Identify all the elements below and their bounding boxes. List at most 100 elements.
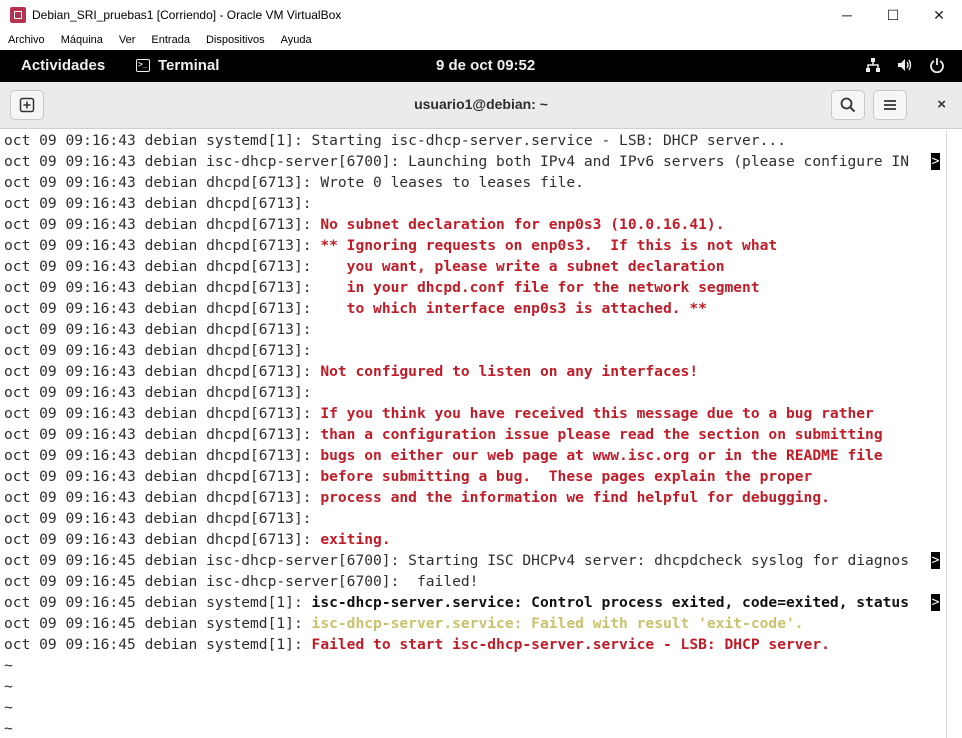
log-prefix: oct 09 09:16:43 debian dhcpd[6713]: xyxy=(4,531,321,548)
log-prefix: oct 09 09:16:43 debian dhcpd[6713]: xyxy=(4,384,321,401)
activities-button[interactable]: Actividades xyxy=(21,57,105,74)
hamburger-icon xyxy=(884,100,896,110)
terminal-title: usuario1@debian: ~ xyxy=(414,96,548,112)
log-prefix: oct 09 09:16:43 debian systemd[1]: xyxy=(4,132,312,149)
log-message: Failed to start isc-dhcp-server.service … xyxy=(311,636,830,653)
power-icon[interactable] xyxy=(928,56,946,74)
log-message: you want, please write a subnet declarat… xyxy=(320,258,725,275)
volume-icon[interactable] xyxy=(896,56,914,74)
log-message: before submitting a bug. These pages exp… xyxy=(320,468,813,485)
log-prefix: oct 09 09:16:43 debian isc-dhcp-server[6… xyxy=(4,153,409,170)
menu-bar: Archivo Máquina Ver Entrada Dispositivos… xyxy=(0,30,962,50)
log-prefix: oct 09 09:16:43 debian dhcpd[6713]: xyxy=(4,300,321,317)
log-prefix: oct 09 09:16:43 debian dhcpd[6713]: xyxy=(4,342,321,359)
empty-line-tilde: ~ xyxy=(4,657,13,674)
log-prefix: oct 09 09:16:43 debian dhcpd[6713]: xyxy=(4,258,321,275)
app-menu-terminal[interactable]: >_ Terminal xyxy=(136,57,219,74)
log-message: in your dhcpd.conf file for the network … xyxy=(320,279,760,296)
network-icon[interactable] xyxy=(864,56,882,74)
virtualbox-icon xyxy=(10,7,26,23)
minimize-button[interactable]: ─ xyxy=(824,0,870,30)
terminal-line: oct 09 09:16:45 debian isc-dhcp-server[6… xyxy=(4,550,909,571)
log-prefix: oct 09 09:16:43 debian dhcpd[6713]: xyxy=(4,321,321,338)
log-prefix: oct 09 09:16:43 debian dhcpd[6713]: xyxy=(4,510,321,527)
log-prefix: oct 09 09:16:43 debian dhcpd[6713]: xyxy=(4,489,321,506)
terminal-line: oct 09 09:16:43 debian dhcpd[6713]: ** I… xyxy=(4,235,777,256)
log-prefix: oct 09 09:16:43 debian dhcpd[6713]: xyxy=(4,363,321,380)
log-message: Wrote 0 leases to leases file. xyxy=(320,174,584,191)
terminal-line: oct 09 09:16:43 debian dhcpd[6713]: than… xyxy=(4,424,883,445)
terminal-line: oct 09 09:16:43 debian isc-dhcp-server[6… xyxy=(4,151,909,172)
terminal-close-button[interactable]: × xyxy=(937,96,946,113)
terminal-line: oct 09 09:16:43 debian systemd[1]: Start… xyxy=(4,130,786,151)
terminal-line: oct 09 09:16:43 debian dhcpd[6713]: proc… xyxy=(4,487,830,508)
log-prefix: oct 09 09:16:43 debian dhcpd[6713]: xyxy=(4,447,321,464)
log-prefix: oct 09 09:16:43 debian dhcpd[6713]: xyxy=(4,195,321,212)
log-message: to which interface enp0s3 is attached. *… xyxy=(320,300,707,317)
truncation-marker: > xyxy=(931,153,940,170)
log-message: Starting isc-dhcp-server.service - LSB: … xyxy=(311,132,786,149)
log-prefix: oct 09 09:16:45 debian isc-dhcp-server[6… xyxy=(4,573,409,590)
system-tray[interactable] xyxy=(864,56,946,74)
maximize-button[interactable]: ☐ xyxy=(870,0,916,30)
terminal-line: oct 09 09:16:43 debian dhcpd[6713]: xyxy=(4,319,320,340)
app-name: Terminal xyxy=(158,57,220,74)
log-message: No subnet declaration for enp0s3 (10.0.1… xyxy=(320,216,725,233)
search-button[interactable] xyxy=(831,90,865,120)
log-message: bugs on either our web page at www.isc.o… xyxy=(320,447,883,464)
terminal-line: oct 09 09:16:43 debian dhcpd[6713]: Not … xyxy=(4,361,698,382)
terminal-line: oct 09 09:16:43 debian dhcpd[6713]: xyxy=(4,508,320,529)
close-button[interactable]: ✕ xyxy=(916,0,962,30)
log-prefix: oct 09 09:16:43 debian dhcpd[6713]: xyxy=(4,279,321,296)
terminal-line: oct 09 09:16:45 debian systemd[1]: Faile… xyxy=(4,634,830,655)
log-prefix: oct 09 09:16:43 debian dhcpd[6713]: xyxy=(4,174,321,191)
terminal-line: oct 09 09:16:43 debian dhcpd[6713]: Wrot… xyxy=(4,172,584,193)
log-prefix: oct 09 09:16:45 debian systemd[1]: xyxy=(4,636,312,653)
log-message: If you think you have received this mess… xyxy=(320,405,874,422)
log-message: failed! xyxy=(408,573,479,590)
terminal-icon: >_ xyxy=(136,59,150,72)
terminal-line: oct 09 09:16:43 debian dhcpd[6713]: xyxy=(4,340,320,361)
menu-ver[interactable]: Ver xyxy=(111,34,144,46)
empty-line-tilde: ~ xyxy=(4,699,13,716)
log-prefix: oct 09 09:16:43 debian dhcpd[6713]: xyxy=(4,405,321,422)
log-prefix: oct 09 09:16:45 debian systemd[1]: xyxy=(4,594,312,611)
terminal-headerbar: usuario1@debian: ~ × xyxy=(0,82,962,129)
terminal-line: oct 09 09:16:43 debian dhcpd[6713]: If y… xyxy=(4,403,874,424)
terminal-line: oct 09 09:16:43 debian dhcpd[6713]: in y… xyxy=(4,277,760,298)
truncation-marker: > xyxy=(931,552,940,569)
terminal-line: oct 09 09:16:43 debian dhcpd[6713]: No s… xyxy=(4,214,724,235)
log-prefix: oct 09 09:16:43 debian dhcpd[6713]: xyxy=(4,216,321,233)
terminal-output[interactable]: oct 09 09:16:43 debian systemd[1]: Start… xyxy=(0,130,962,738)
truncation-marker: > xyxy=(931,594,940,611)
menu-button[interactable] xyxy=(873,90,907,120)
menu-dispositivos[interactable]: Dispositivos xyxy=(198,34,273,46)
menu-entrada[interactable]: Entrada xyxy=(143,34,198,46)
empty-line-tilde: ~ xyxy=(4,678,13,695)
window-controls: ─ ☐ ✕ xyxy=(824,0,962,30)
log-prefix: oct 09 09:16:43 debian dhcpd[6713]: xyxy=(4,468,321,485)
terminal-line: oct 09 09:16:43 debian dhcpd[6713]: you … xyxy=(4,256,724,277)
terminal-line: oct 09 09:16:45 debian systemd[1]: isc-d… xyxy=(4,592,909,613)
search-icon xyxy=(840,97,856,113)
menu-ayuda[interactable]: Ayuda xyxy=(273,34,320,46)
log-prefix: oct 09 09:16:45 debian systemd[1]: xyxy=(4,615,312,632)
terminal-line: oct 09 09:16:45 debian isc-dhcp-server[6… xyxy=(4,571,478,592)
window-title: Debian_SRI_pruebas1 [Corriendo] - Oracle… xyxy=(32,8,342,22)
terminal-scrollbar[interactable] xyxy=(946,130,962,738)
terminal-line: oct 09 09:16:43 debian dhcpd[6713]: xyxy=(4,193,320,214)
menu-maquina[interactable]: Máquina xyxy=(53,34,111,46)
log-message: exiting. xyxy=(320,531,391,548)
clock[interactable]: 9 de oct 09:52 xyxy=(436,57,535,74)
terminal-line: oct 09 09:16:43 debian dhcpd[6713]: xyxy=(4,382,320,403)
menu-archivo[interactable]: Archivo xyxy=(0,34,53,46)
log-message: ** Ignoring requests on enp0s3. If this … xyxy=(320,237,778,254)
log-message: process and the information we find help… xyxy=(320,489,830,506)
log-message: Starting ISC DHCPv4 server: dhcpdcheck s… xyxy=(408,552,909,569)
log-message: Launching both IPv4 and IPv6 servers (pl… xyxy=(408,153,909,170)
log-prefix: oct 09 09:16:43 debian dhcpd[6713]: xyxy=(4,237,321,254)
empty-line-tilde: ~ xyxy=(4,720,13,737)
terminal-line: oct 09 09:16:45 debian systemd[1]: isc-d… xyxy=(4,613,804,634)
log-message: Not configured to listen on any interfac… xyxy=(320,363,699,380)
log-message: isc-dhcp-server.service: Control process… xyxy=(311,594,909,611)
